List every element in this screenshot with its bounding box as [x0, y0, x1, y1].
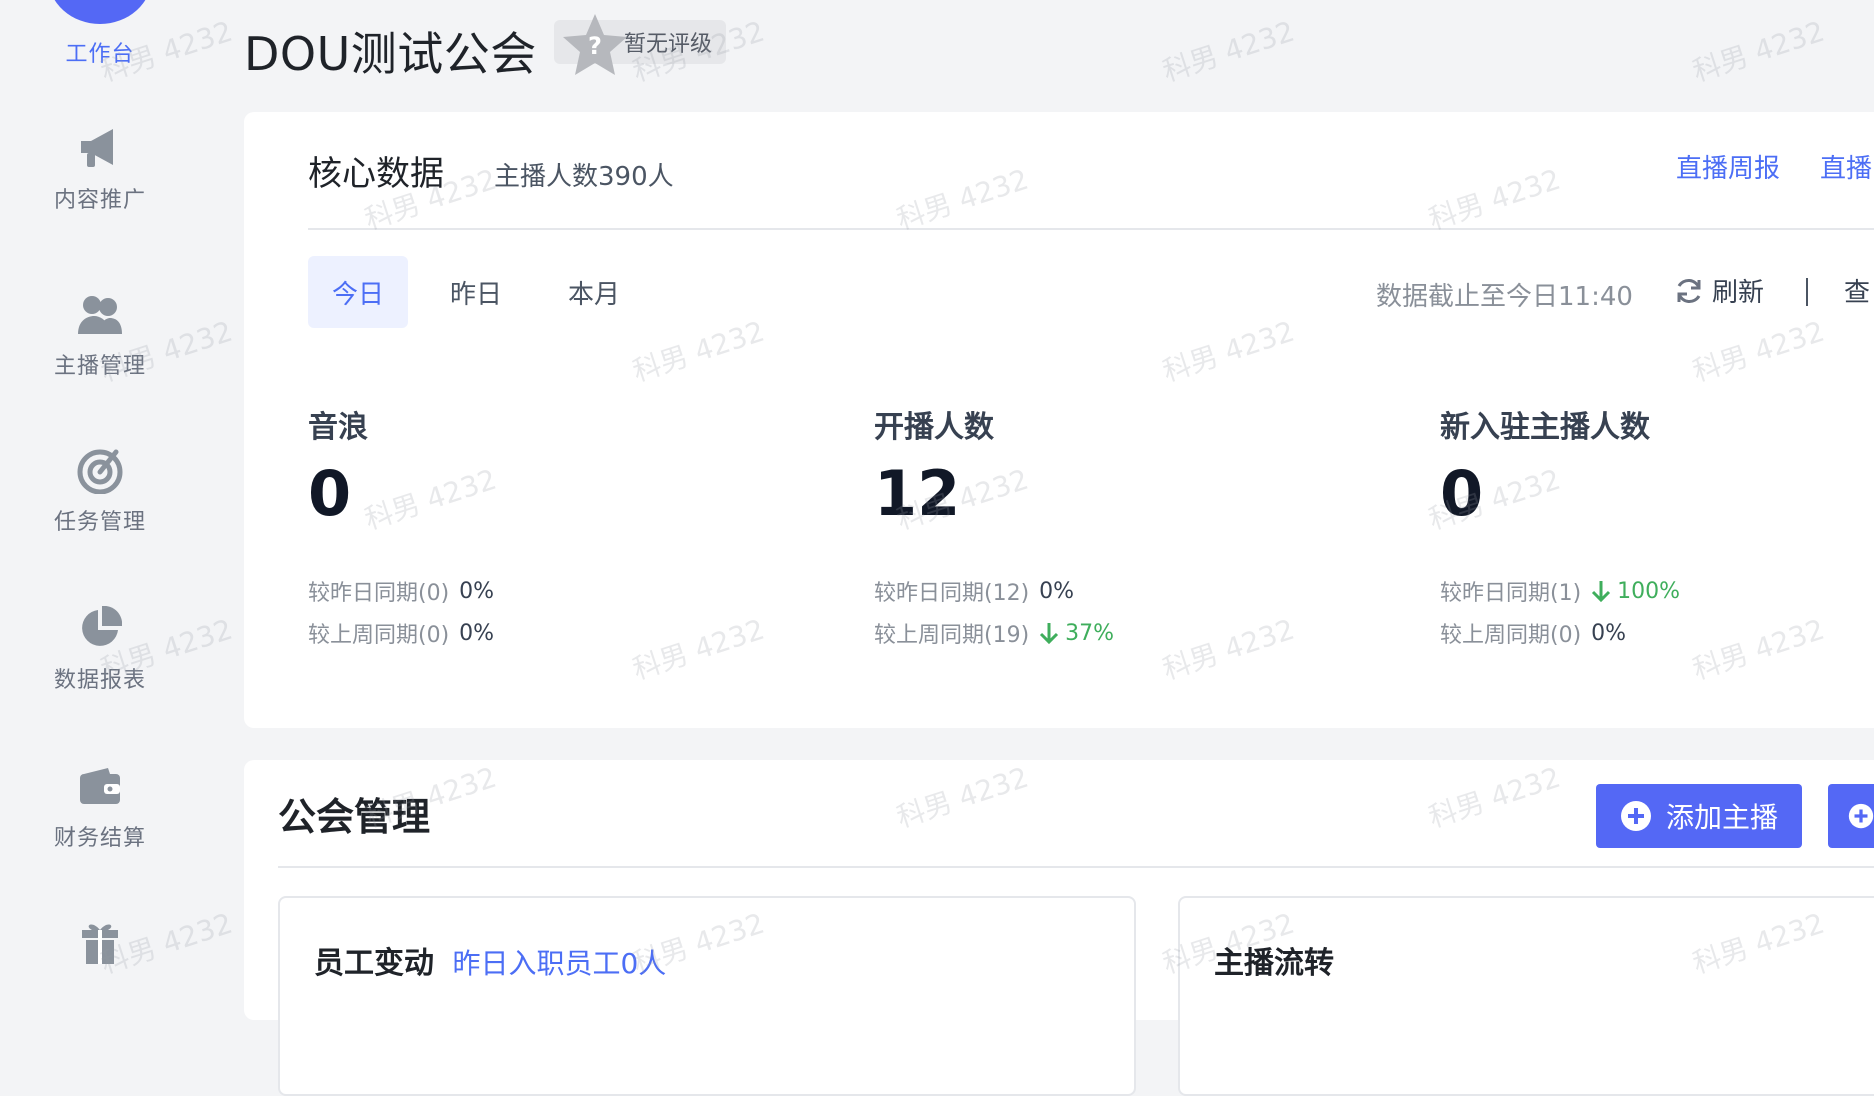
- add-anchor-label: 添加主播: [1666, 801, 1779, 834]
- arrow-down-icon: [1040, 623, 1059, 645]
- target-icon: [76, 446, 124, 494]
- compare-value: 100%: [1591, 579, 1680, 604]
- tab-yesterday[interactable]: 昨日: [426, 256, 526, 328]
- compare-value: 0%: [459, 620, 495, 646]
- metric-value: 0: [308, 457, 352, 530]
- metric-label: 新入驻主播人数: [1440, 410, 1650, 445]
- anchor-flow-card: 主播流转: [1178, 896, 1874, 1096]
- separator: [1806, 278, 1808, 306]
- view-more-link[interactable]: 查: [1844, 272, 1870, 309]
- sidebar-item-label: 数据报表: [53, 668, 146, 693]
- pie-chart-icon: [76, 604, 124, 652]
- watermark: 科男 4232: [1158, 14, 1299, 89]
- metric-compare: 较昨日同期(0) 0% 较上周同期(0) 0%: [308, 570, 868, 654]
- compare-value: 37%: [1039, 621, 1114, 646]
- sidebar-item-label: 财务结算: [53, 826, 146, 851]
- star-question-icon: ?: [560, 10, 630, 84]
- sidebar-item-gifts[interactable]: [0, 918, 200, 966]
- guild-management-card: 公会管理 添加主播 员工变动 昨日入职员工0人 主播流转: [244, 760, 1874, 1096]
- core-data-card: 核心数据 主播人数390人 直播周报 直播 今日 昨日 本月 数据截止至今日11…: [244, 112, 1874, 728]
- add-anchor-button[interactable]: 添加主播: [1596, 784, 1803, 848]
- compare-label: 较昨日同期(0): [308, 581, 450, 607]
- anchor-flow-title: 主播流转: [1214, 946, 1334, 981]
- metric-live-anchors: 开播人数 12 较昨日同期(12) 0% 较上周同期(19) 37%: [874, 402, 1434, 654]
- compare-row: 较昨日同期(0) 0%: [308, 570, 868, 612]
- sidebar-item-workbench[interactable]: 工作台: [0, 28, 200, 68]
- metric-yinlang: 音浪 0 较昨日同期(0) 0% 较上周同期(0) 0%: [308, 402, 868, 654]
- metric-compare: 较昨日同期(1) 100% 较上周同期(0) 0%: [1440, 570, 1874, 654]
- sidebar-item-label: 工作台: [65, 42, 135, 67]
- rating[interactable]: ? 暂无评级: [554, 10, 727, 75]
- metric-label: 开播人数: [874, 410, 994, 445]
- plus-circle-icon: [1848, 803, 1874, 829]
- plus-circle-icon: [1621, 801, 1651, 831]
- refresh-label: 刷新: [1712, 278, 1765, 308]
- sidebar-item-label: 内容推广: [53, 188, 146, 213]
- avatar[interactable]: [48, 0, 152, 24]
- compare-label: 较上周同期(0): [308, 623, 450, 649]
- refresh-button[interactable]: 刷新: [1674, 272, 1764, 309]
- compare-row: 较上周同期(19) 37%: [874, 612, 1434, 654]
- compare-value: 0%: [1591, 620, 1627, 646]
- sidebar-item-finance[interactable]: 财务结算: [0, 762, 200, 852]
- watermark: 科男 4232: [1688, 14, 1829, 89]
- secondary-add-button[interactable]: [1828, 784, 1874, 848]
- metric-value: 12: [874, 457, 961, 530]
- people-icon: [76, 290, 124, 338]
- sidebar-item-content-promotion[interactable]: 内容推广: [0, 124, 200, 214]
- metric-compare: 较昨日同期(12) 0% 较上周同期(19) 37%: [874, 570, 1434, 654]
- core-data-title: 核心数据: [308, 154, 444, 194]
- metric-label: 音浪: [308, 410, 368, 445]
- period-tabs: 今日 昨日 本月: [308, 256, 662, 328]
- metric-value: 0: [1440, 457, 1484, 530]
- sidebar-item-label: 主播管理: [53, 354, 146, 379]
- compare-label: 较昨日同期(12): [874, 581, 1030, 607]
- compare-label: 较上周同期(0): [1440, 623, 1582, 649]
- compare-row: 较昨日同期(1) 100%: [1440, 570, 1874, 612]
- tab-today[interactable]: 今日: [308, 256, 409, 328]
- live-weekly-report-link[interactable]: 直播周报: [1676, 148, 1780, 185]
- staff-change-card: 员工变动 昨日入职员工0人: [278, 896, 1136, 1096]
- megaphone-icon: [76, 124, 124, 172]
- refresh-icon: [1677, 278, 1701, 303]
- wallet-icon: [76, 762, 124, 810]
- data-update-time: 数据截止至今日11:40: [1376, 282, 1633, 312]
- sidebar-item-label: 任务管理: [53, 510, 146, 535]
- sidebar-item-data-reports[interactable]: 数据报表: [0, 604, 200, 694]
- compare-value: 0%: [1039, 578, 1075, 604]
- compare-row: 较昨日同期(12) 0%: [874, 570, 1434, 612]
- gift-icon: [76, 918, 124, 966]
- anchor-count: 主播人数390人: [494, 162, 674, 192]
- compare-value: 0%: [459, 578, 495, 604]
- arrow-down-icon: [1592, 581, 1611, 603]
- live-link[interactable]: 直播: [1820, 148, 1872, 185]
- sidebar: 工作台 内容推广 主播管理 任务管理 数据报表 财务结算: [0, 0, 200, 964]
- metric-new-anchors: 新入驻主播人数 0 较昨日同期(1) 100% 较上周同期(0) 0%: [1440, 402, 1874, 654]
- sidebar-item-anchor-management[interactable]: 主播管理: [0, 290, 200, 380]
- guild-management-title: 公会管理: [278, 795, 431, 839]
- sidebar-item-task-management[interactable]: 任务管理: [0, 446, 200, 536]
- compare-row: 较上周同期(0) 0%: [1440, 612, 1874, 654]
- svg-text:?: ?: [588, 32, 602, 60]
- tab-this-month[interactable]: 本月: [544, 256, 644, 328]
- divider: [308, 228, 1874, 230]
- staff-change-title: 员工变动 昨日入职员工0人: [314, 946, 667, 981]
- compare-label: 较上周同期(19): [874, 623, 1030, 649]
- guild-name: DOU测试公会: [244, 27, 537, 81]
- compare-label: 较昨日同期(1): [1440, 581, 1582, 607]
- compare-row: 较上周同期(0) 0%: [308, 612, 868, 654]
- divider: [278, 866, 1874, 868]
